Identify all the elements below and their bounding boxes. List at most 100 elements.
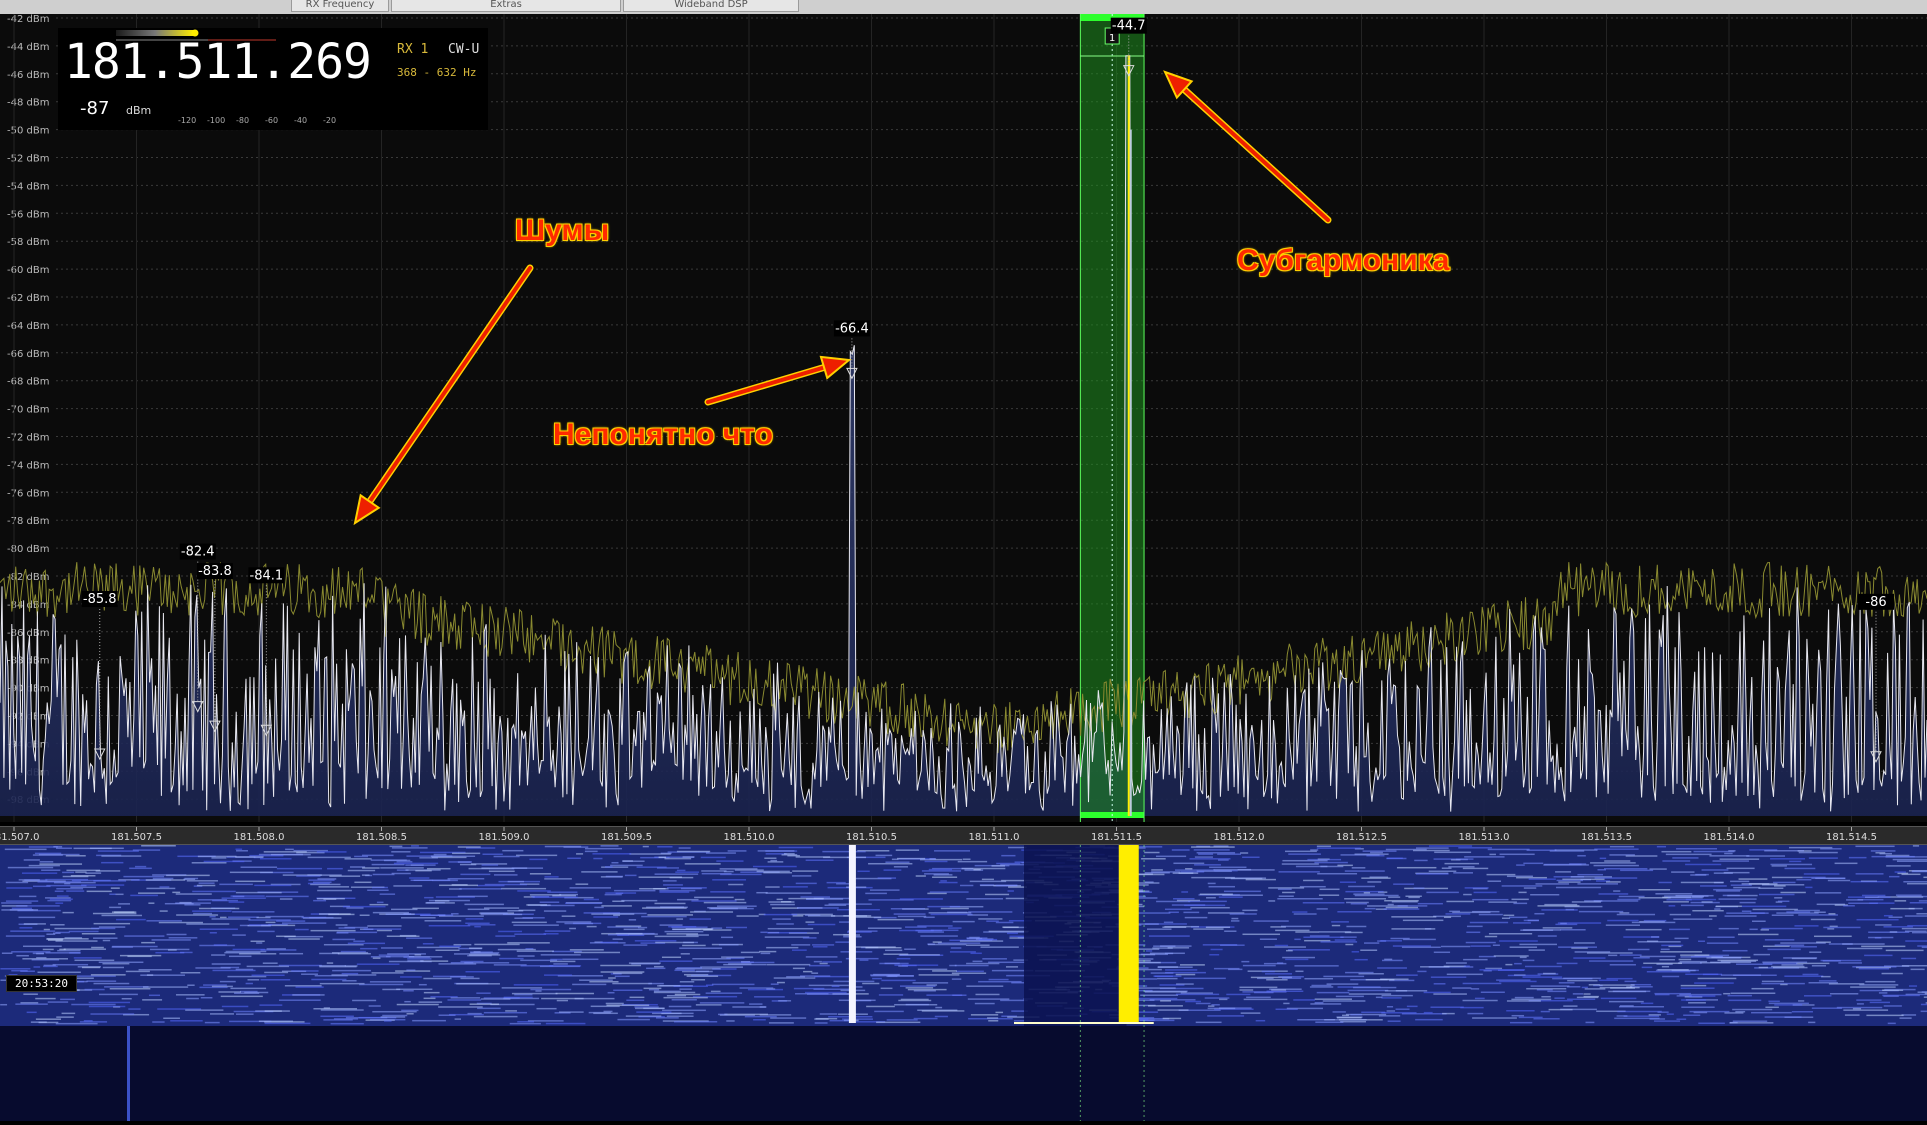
scale-label: -40: [294, 116, 308, 125]
frequency-axis[interactable]: 181.507.0181.507.5181.508.0181.508.5181.…: [0, 826, 1927, 845]
waterfall-noise-pixel: [883, 869, 902, 871]
waterfall-noise-pixel: [1669, 928, 1690, 931]
waterfall-noise-pixel: [1820, 959, 1862, 962]
waterfall-noise-pixel: [1263, 946, 1306, 948]
waterfall-noise-pixel: [236, 850, 248, 852]
waterfall-noise-pixel: [1470, 945, 1491, 947]
waterfall-noise-pixel: [690, 911, 734, 913]
mode-label[interactable]: CW-U: [448, 42, 479, 57]
waterfall-noise-pixel: [1884, 988, 1916, 991]
waterfall-noise-pixel: [809, 964, 830, 967]
waterfall-noise-pixel: [897, 915, 927, 918]
waterfall-noise-pixel: [612, 938, 623, 940]
waterfall-noise-pixel: [1748, 883, 1778, 885]
waterfall-noise-pixel: [1660, 951, 1703, 953]
waterfall-noise-pixel: [1245, 878, 1276, 881]
waterfall-noise-pixel: [1255, 1019, 1266, 1022]
waterfall-noise-pixel: [1415, 873, 1449, 875]
waterfall-noise-pixel: [805, 956, 838, 958]
waterfall-noise-pixel: [230, 987, 267, 990]
waterfall-noise-pixel: [1433, 951, 1451, 954]
waterfall-display[interactable]: [0, 845, 1927, 1121]
waterfall-noise-pixel: [1681, 999, 1706, 1001]
waterfall-noise-pixel: [1157, 966, 1179, 968]
waterfall-noise-pixel: [878, 994, 904, 996]
waterfall-noise-pixel: [705, 852, 736, 854]
db-axis-label: -74 dBm: [7, 460, 49, 471]
waterfall-noise-pixel: [612, 982, 652, 985]
waterfall-noise-pixel: [1751, 1011, 1792, 1014]
waterfall-noise-pixel: [1173, 862, 1205, 865]
tab-strip: RX Frequency Extras Wideband DSP: [0, 0, 1927, 15]
waterfall-noise-pixel: [158, 921, 203, 924]
waterfall-noise-pixel: [1865, 980, 1896, 983]
waterfall-noise-pixel: [1732, 1008, 1773, 1011]
waterfall-noise-pixel: [1506, 875, 1533, 878]
waterfall-noise-pixel: [954, 964, 989, 967]
waterfall-noise-pixel: [81, 884, 125, 886]
waterfall-noise-pixel: [1183, 977, 1226, 980]
waterfall-noise-pixel: [1774, 944, 1805, 946]
tab-wideband-dsp[interactable]: Wideband DSP: [623, 0, 799, 12]
waterfall-noise-pixel: [1623, 936, 1660, 938]
waterfall-noise-pixel: [886, 975, 898, 978]
waterfall-noise-pixel: [1464, 856, 1505, 858]
waterfall-noise-pixel: [378, 954, 410, 956]
tab-rx-frequency[interactable]: RX Frequency: [291, 0, 389, 12]
waterfall-noise-pixel: [691, 900, 737, 902]
waterfall-noise-pixel: [986, 920, 999, 922]
waterfall-noise-pixel: [593, 916, 619, 918]
waterfall-noise-pixel: [258, 1020, 293, 1022]
waterfall-noise-pixel: [711, 983, 755, 986]
waterfall-noise-pixel: [327, 867, 343, 870]
db-axis-label: -66 dBm: [7, 349, 49, 360]
frequency-readout: 181.511.269 RX 1 CW-U 368 - 632 Hz -87 d…: [58, 28, 488, 130]
waterfall-noise-pixel: [1453, 872, 1473, 874]
waterfall-noise-pixel: [1319, 888, 1340, 891]
waterfall-noise-pixel: [1672, 857, 1699, 859]
waterfall-noise-pixel: [1784, 867, 1816, 870]
waterfall-noise-pixel: [1144, 872, 1170, 874]
waterfall-noise-pixel: [948, 927, 962, 929]
waterfall-noise-pixel: [1146, 950, 1153, 952]
tab-extras[interactable]: Extras: [391, 0, 621, 12]
spectrum-display[interactable]: -42 dBm -44 dBm -46 dBm -48 dBm -50 dBm -52 d…: [0, 14, 1927, 822]
waterfall-noise-pixel: [359, 914, 370, 917]
waterfall-noise-pixel: [1541, 996, 1551, 998]
waterfall-noise-pixel: [1163, 921, 1174, 924]
waterfall-noise-pixel: [917, 925, 953, 927]
waterfall-noise-pixel: [91, 946, 104, 949]
spectrum-plot[interactable]: -42 dBm-44 dBm-46 dBm-48 dBm-50 dBm-52 d…: [0, 14, 1927, 822]
waterfall-noise-pixel: [1798, 851, 1838, 854]
waterfall-noise-pixel: [317, 889, 352, 892]
waterfall-noise-pixel: [1674, 937, 1689, 940]
waterfall-noise-pixel: [371, 886, 388, 889]
waterfall-noise-pixel: [1828, 983, 1865, 985]
freq-tick-label: 181.513.0: [1459, 832, 1510, 843]
freq-tick-label: 181.508.0: [234, 832, 285, 843]
waterfall-noise-pixel: [1224, 877, 1267, 879]
waterfall-noise-pixel: [1730, 884, 1752, 886]
waterfall-noise-pixel: [1631, 921, 1676, 924]
waterfall-noise-pixel: [138, 969, 172, 971]
waterfall-noise-pixel: [1749, 928, 1758, 931]
waterfall-noise-pixel: [1764, 1016, 1802, 1018]
waterfall-noise-pixel: [262, 962, 278, 964]
waterfall-noise-pixel: [93, 937, 118, 939]
waterfall-noise-pixel: [1761, 980, 1785, 983]
waterfall-noise-pixel: [682, 944, 706, 947]
waterfall-noise-pixel: [786, 976, 806, 978]
waterfall-noise-pixel: [915, 875, 926, 877]
arrow-unknown: [704, 355, 852, 406]
waterfall-noise-pixel: [1318, 931, 1352, 933]
waterfall-noise-pixel: [917, 931, 945, 933]
waterfall-noise-pixel: [893, 866, 908, 868]
waterfall-noise-pixel: [203, 984, 227, 986]
waterfall-noise-pixel: [907, 988, 947, 991]
waterfall-noise-pixel: [949, 951, 976, 953]
waterfall-noise-pixel: [646, 906, 688, 909]
waterfall-noise-pixel: [604, 893, 622, 896]
waterfall-noise-pixel: [1774, 885, 1786, 887]
waterfall-noise-pixel: [396, 861, 413, 863]
waterfall-noise-pixel: [543, 933, 559, 935]
